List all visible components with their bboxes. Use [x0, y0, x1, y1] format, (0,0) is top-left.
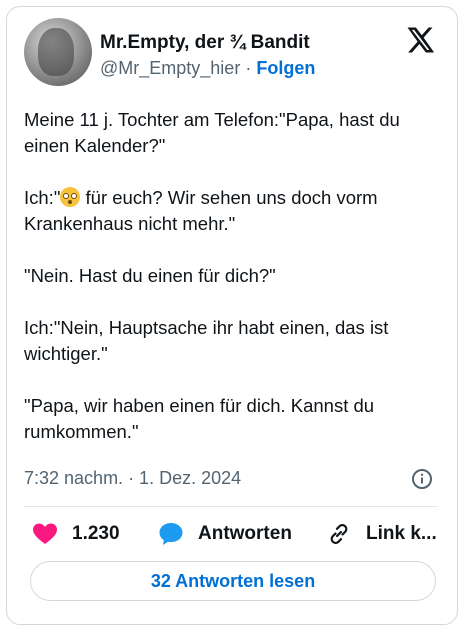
info-icon[interactable] — [411, 468, 433, 490]
separator-dot: · — [245, 58, 252, 78]
follow-button[interactable]: Folgen — [256, 58, 315, 78]
like-count: 1.230 — [72, 523, 120, 544]
heart-icon — [33, 523, 57, 544]
tweet-paragraph-4: Ich:"Nein, Hauptsache ihr habt einen, da… — [24, 317, 389, 364]
reply-button[interactable]: Antworten — [158, 520, 292, 548]
divider — [24, 506, 438, 507]
tweet-paragraph-3: "Nein. Hast du einen für dich?" — [24, 265, 276, 286]
author-handle-row: @Mr_Empty_hier · Folgen — [100, 58, 315, 79]
author-name[interactable]: Mr.Empty, der ¾ Bandit — [100, 32, 310, 54]
tweet-timestamp[interactable]: 7:32 nachm. · 1. Dez. 2024 — [24, 468, 241, 489]
copy-link-button[interactable]: Link k... — [326, 520, 437, 548]
x-logo-icon[interactable] — [405, 25, 435, 55]
tweet-text: Meine 11 j. Tochter am Telefon:"Papa, ha… — [24, 107, 434, 471]
flushed-face-icon — [60, 187, 81, 207]
tweet-paragraph-2: Ich:" für euch? Wir sehen uns doch vorm … — [24, 185, 434, 237]
like-button[interactable]: 1.230 — [32, 520, 120, 548]
tweet-paragraph-5: "Papa, wir haben einen für dich. Kannst … — [24, 395, 375, 442]
copy-link-label: Link k... — [366, 523, 437, 544]
link-icon — [330, 524, 348, 544]
avatar[interactable] — [24, 18, 92, 86]
tweet-paragraph-1: Meine 11 j. Tochter am Telefon:"Papa, ha… — [24, 109, 400, 156]
reply-label: Antworten — [198, 523, 292, 544]
reply-bubble-icon — [159, 523, 183, 545]
author-handle[interactable]: @Mr_Empty_hier — [100, 58, 240, 78]
tweet-paragraph-2-prefix: Ich:" — [24, 187, 61, 208]
read-replies-button[interactable]: 32 Antworten lesen — [30, 561, 436, 601]
